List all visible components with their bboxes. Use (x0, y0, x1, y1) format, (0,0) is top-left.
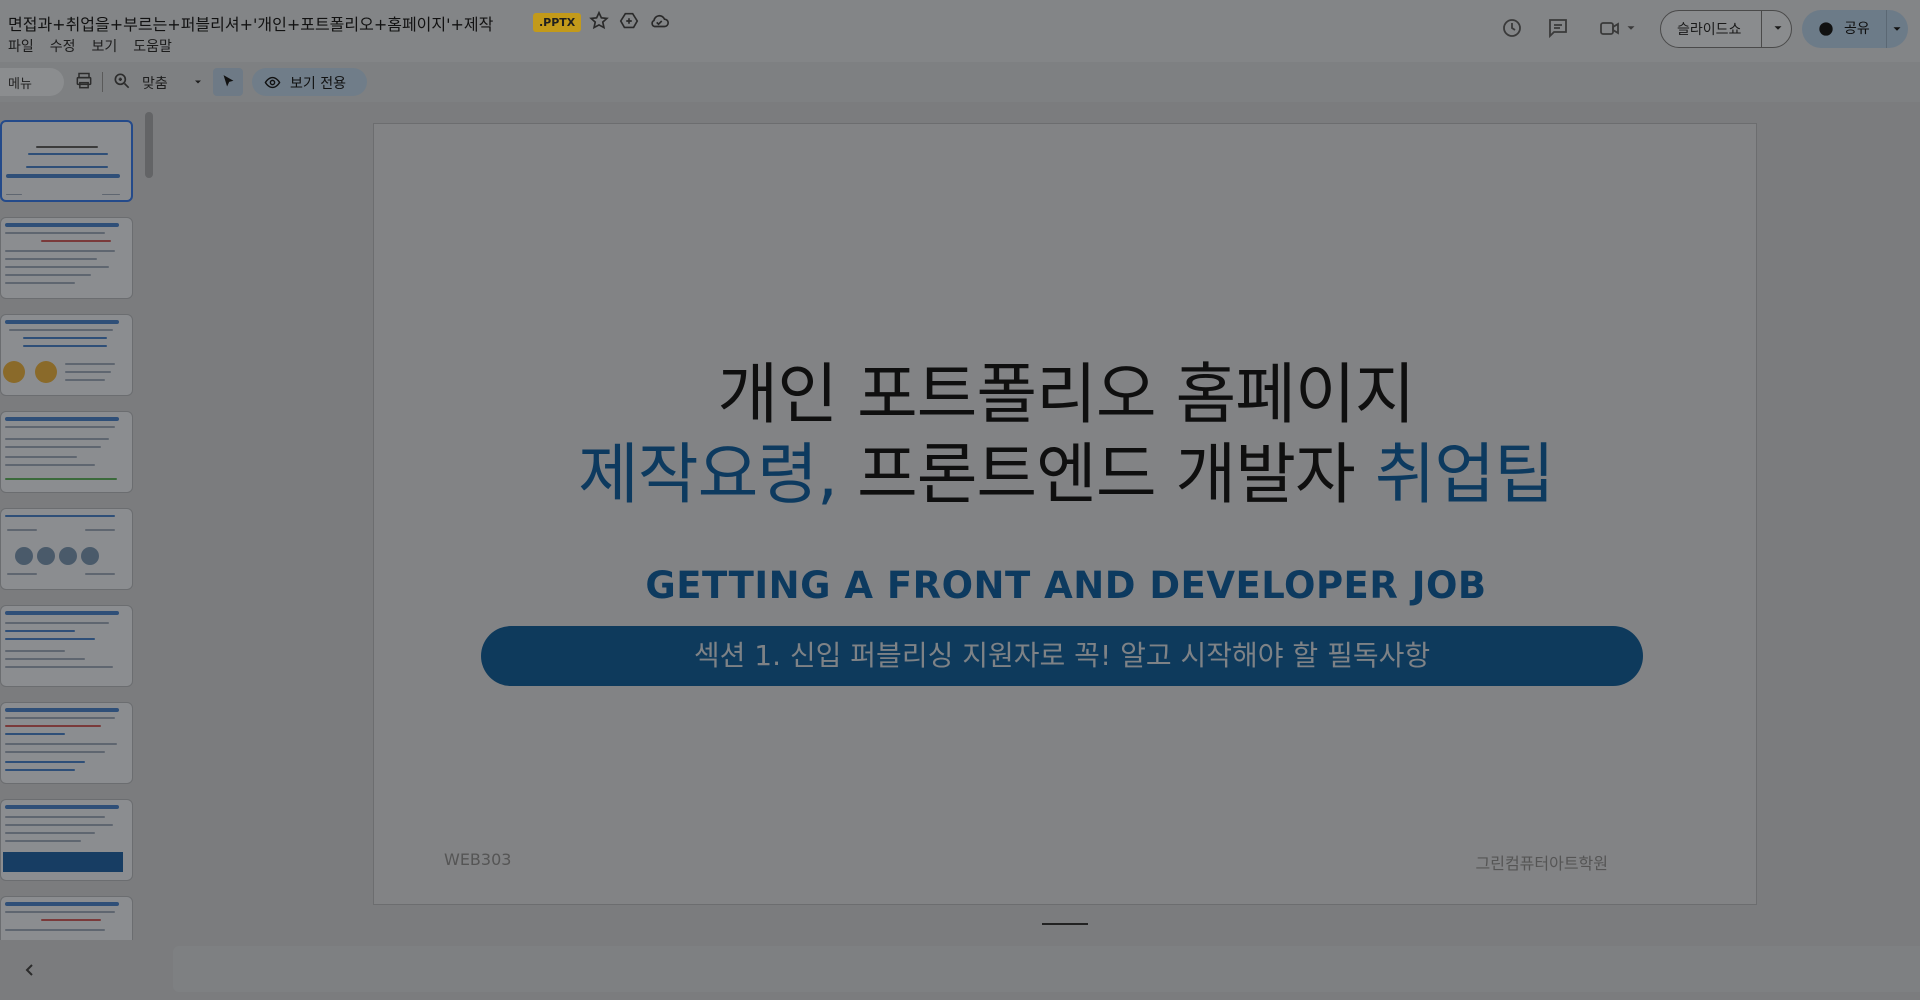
menu-bar: 파일 수정 보기 도움말 (8, 36, 188, 56)
menu-edit[interactable]: 수정 (50, 36, 76, 56)
history-icon[interactable] (1500, 16, 1524, 40)
comment-icon[interactable] (1546, 16, 1570, 40)
slide-thumbnail-6[interactable] (0, 605, 133, 687)
view-only-label: 보기 전용 (290, 76, 346, 92)
slide-canvas: 개인 포트폴리오 홈페이지 제작요령, 프론트엔드 개발자 취업팁 GETTIN… (373, 123, 1757, 905)
slide-footer-left: WEB303 (444, 850, 512, 869)
select-tool-button[interactable] (213, 68, 243, 96)
chevron-left-icon[interactable] (18, 958, 42, 982)
divider (102, 72, 103, 92)
slide-thumbnail-3[interactable] (0, 314, 133, 396)
app-header: 면접과+취업을+부르는+퍼블리셔+'개인+포트폴리오+홈페이지'+제작 .PPT… (0, 0, 1920, 62)
star-icon[interactable] (588, 10, 610, 32)
menu-file[interactable]: 파일 (8, 36, 34, 56)
slide-thumbnail-9[interactable] (0, 896, 133, 940)
slide-title-highlight-2: 취업팁 (1374, 436, 1555, 513)
slideshow-button[interactable]: 슬라이드쇼 (1660, 10, 1792, 48)
slide-filmstrip (0, 102, 155, 940)
filmstrip-scrollbar[interactable] (145, 112, 153, 178)
menus-search[interactable]: 메뉴 (0, 68, 64, 96)
menu-view[interactable]: 보기 (92, 36, 118, 56)
print-icon[interactable] (74, 71, 94, 91)
slide-indicator (1042, 923, 1088, 925)
document-title[interactable]: 면접과+취업을+부르는+퍼블리셔+'개인+포트폴리오+홈페이지'+제작 (8, 11, 493, 35)
chevron-down-icon[interactable] (1771, 21, 1785, 35)
chevron-down-icon[interactable] (192, 76, 204, 88)
chevron-down-icon[interactable] (1890, 22, 1904, 36)
slide-title-line2: 제작요령, 프론트엔드 개발자 취업팁 (374, 421, 1758, 517)
slide-subtitle: GETTING A FRONT AND DEVELOPER JOB (645, 564, 1487, 607)
slide-footer-right: 그린컴퓨터아트학원 (1475, 854, 1608, 873)
slide-title-highlight-1: 제작요령, (578, 436, 838, 513)
eye-icon (264, 76, 281, 89)
meet-video-icon[interactable] (1598, 16, 1622, 40)
slideshow-label: 슬라이드쇼 (1677, 22, 1742, 38)
share-label: 공유 (1844, 21, 1870, 37)
share-button[interactable]: 공유 (1802, 10, 1908, 48)
speaker-notes-bar[interactable] (173, 946, 1920, 992)
slide-thumbnail-7[interactable] (0, 702, 133, 784)
slide-thumbnail-4[interactable] (0, 411, 133, 493)
slide-thumbnail-2[interactable] (0, 217, 133, 299)
zoom-select[interactable]: 맞춤 (142, 73, 168, 93)
globe-icon (1819, 22, 1833, 36)
slide-title-text: 프론트엔드 개발자 (837, 436, 1375, 513)
format-badge: .PPTX (533, 13, 582, 32)
divider (1886, 10, 1887, 48)
zoom-icon[interactable] (112, 71, 132, 91)
slide-thumbnail-8[interactable] (0, 799, 133, 881)
section-banner: 섹션 1. 신입 퍼블리싱 지원자로 꼭! 알고 시작해야 할 필독사항 (481, 626, 1643, 686)
chevron-down-icon[interactable] (1624, 21, 1638, 35)
drive-move-icon[interactable] (618, 10, 640, 32)
slide-thumbnail-1[interactable] (0, 120, 133, 202)
toolbar: 메뉴 맞춤 보기 전용 (0, 62, 1920, 102)
divider (1761, 11, 1762, 47)
cloud-saved-icon[interactable] (648, 10, 670, 32)
cursor-arrow-icon (223, 75, 234, 87)
slide-thumbnail-5[interactable] (0, 508, 133, 590)
menu-help[interactable]: 도움말 (133, 36, 172, 56)
view-only-button[interactable]: 보기 전용 (252, 68, 367, 96)
